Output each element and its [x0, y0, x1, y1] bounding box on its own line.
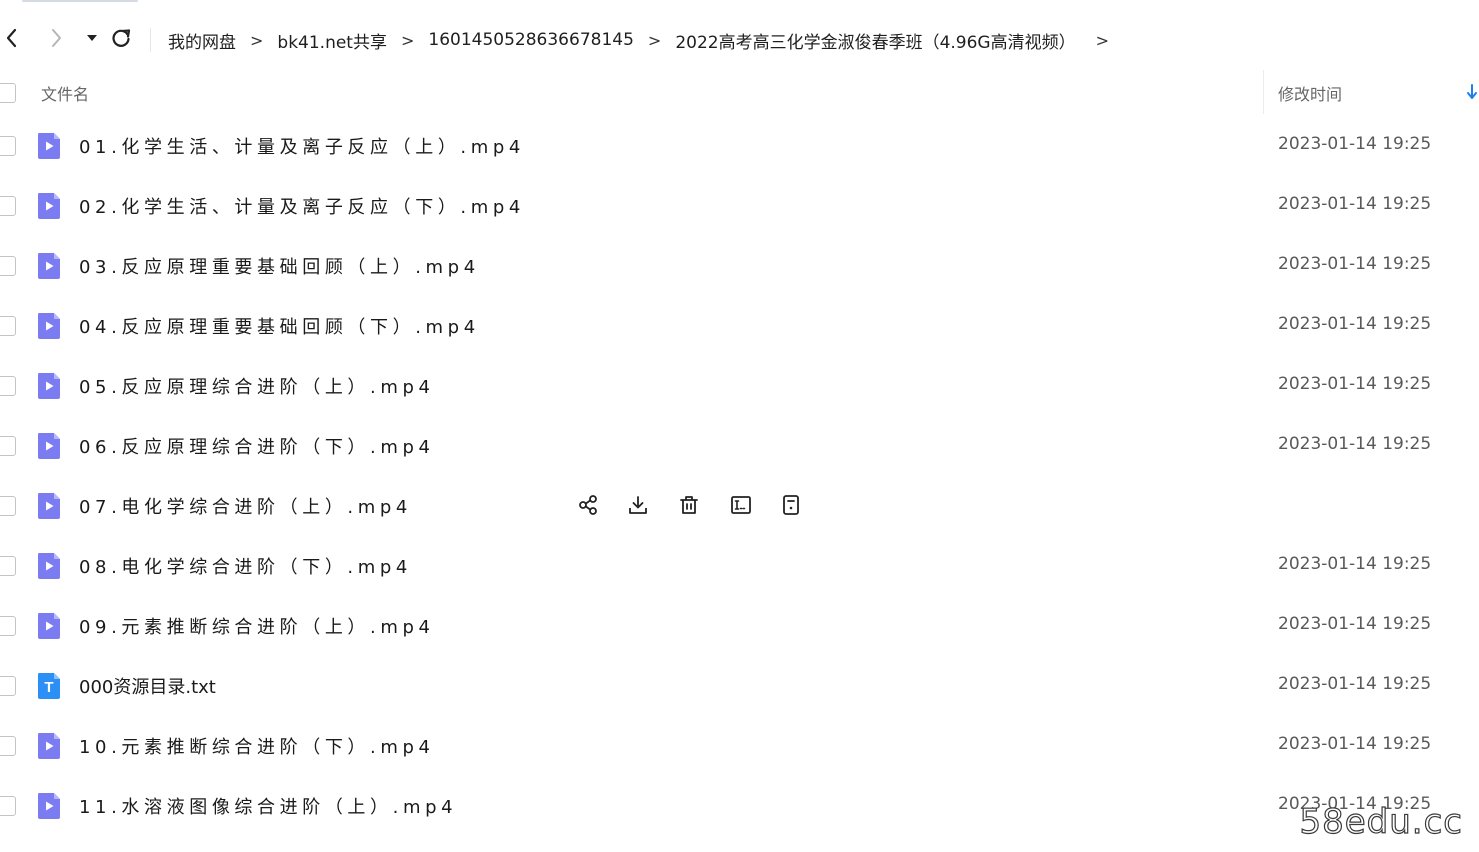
video-file-icon: [36, 312, 62, 340]
rename-button[interactable]: [728, 492, 754, 518]
breadcrumb-separator: >: [647, 30, 662, 50]
download-icon: [629, 496, 647, 514]
file-modified-time: 2023-01-14 19:25: [1278, 254, 1432, 274]
file-modified-time: 2023-01-14 19:25: [1278, 194, 1432, 214]
breadcrumb-separator: >: [250, 30, 264, 50]
row-checkbox[interactable]: [0, 676, 16, 696]
file-row[interactable]: 05.反应原理综合进阶（上）.mp4 2023-01-14 19:25: [0, 356, 1479, 416]
more-actions-button[interactable]: [778, 492, 804, 518]
row-checkbox[interactable]: [0, 496, 16, 516]
file-modified-time: 2023-01-14 19:25: [1278, 734, 1432, 754]
window-top-accent: [22, 0, 138, 2]
share-icon: [579, 495, 597, 515]
video-file-icon: [36, 372, 62, 400]
video-file-icon: [36, 432, 62, 460]
row-checkbox[interactable]: [0, 616, 16, 636]
file-name[interactable]: 000资源目录.txt: [79, 673, 216, 699]
caret-down-icon: [87, 35, 97, 41]
video-file-icon: [36, 612, 62, 640]
video-file-icon: [36, 132, 62, 160]
row-checkbox[interactable]: [0, 316, 16, 336]
forward-button[interactable]: [44, 26, 68, 50]
breadcrumb-item-root[interactable]: 我的网盘: [168, 28, 236, 53]
breadcrumb-item-share[interactable]: bk41.net共享: [277, 28, 387, 53]
row-checkbox[interactable]: [0, 196, 16, 216]
file-row[interactable]: 06.反应原理综合进阶（下）.mp4 2023-01-14 19:25: [0, 416, 1479, 476]
history-dropdown-button[interactable]: [80, 26, 104, 50]
more-icon: [783, 495, 799, 515]
nav-divider: [150, 28, 151, 52]
row-checkbox[interactable]: [0, 136, 16, 156]
svg-text:T: T: [44, 679, 53, 696]
breadcrumb: 我的网盘 > bk41.net共享 > 1601450528636678145 …: [168, 18, 1123, 62]
column-header-name[interactable]: 文件名: [41, 81, 89, 105]
file-name[interactable]: 06.反应原理综合进阶（下）.mp4: [79, 433, 435, 459]
breadcrumb-expand-button[interactable]: >: [1096, 31, 1109, 50]
back-button[interactable]: [0, 26, 24, 50]
row-checkbox[interactable]: [0, 256, 16, 276]
file-row[interactable]: 09.元素推断综合进阶（上）.mp4 2023-01-14 19:25: [0, 596, 1479, 656]
file-modified-time: 2023-01-14 19:25: [1278, 434, 1432, 454]
text-file-icon: T: [36, 672, 62, 700]
column-header-modified-time[interactable]: 修改时间: [1278, 81, 1342, 105]
row-checkbox[interactable]: [0, 376, 16, 396]
breadcrumb-item-folder-id[interactable]: 1601450528636678145: [428, 30, 634, 50]
breadcrumb-separator: >: [400, 30, 415, 50]
file-row[interactable]: 11.水溶液图像综合进阶（上）.mp4 2023-01-14 19:25: [0, 776, 1479, 836]
column-divider[interactable]: [1263, 70, 1264, 114]
file-row[interactable]: T 000资源目录.txt 2023-01-14 19:25: [0, 656, 1479, 716]
delete-icon: [680, 496, 698, 514]
file-name[interactable]: 11.水溶液图像综合进阶（上）.mp4: [79, 793, 457, 819]
download-button[interactable]: [625, 492, 651, 518]
arrow-down-icon[interactable]: [1466, 83, 1478, 101]
video-file-icon: [36, 492, 62, 520]
chevron-left-icon: [6, 28, 17, 48]
file-name[interactable]: 10.元素推断综合进阶（下）.mp4: [79, 733, 435, 759]
file-row[interactable]: 07.电化学综合进阶（上）.mp4: [0, 476, 1479, 536]
rename-icon: [731, 496, 751, 514]
refresh-button[interactable]: [109, 26, 133, 50]
video-file-icon: [36, 732, 62, 760]
file-name[interactable]: 04.反应原理重要基础回顾（下）.mp4: [79, 313, 480, 339]
file-name[interactable]: 03.反应原理重要基础回顾（上）.mp4: [79, 253, 480, 279]
breadcrumb-item-current-folder[interactable]: 2022高考高三化学金淑俊春季班（4.96G高清视频）: [675, 28, 1075, 53]
file-row[interactable]: 04.反应原理重要基础回顾（下）.mp4 2023-01-14 19:25: [0, 296, 1479, 356]
file-name[interactable]: 09.元素推断综合进阶（上）.mp4: [79, 613, 435, 639]
file-row[interactable]: 08.电化学综合进阶（下）.mp4 2023-01-14 19:25: [0, 536, 1479, 596]
video-file-icon: [36, 192, 62, 220]
navigation-bar: 我的网盘 > bk41.net共享 > 1601450528636678145 …: [0, 18, 1479, 62]
watermark: 58edu.cc: [1299, 801, 1463, 842]
file-modified-time: 2023-01-14 19:25: [1278, 554, 1432, 574]
file-modified-time: 2023-01-14 19:25: [1278, 674, 1432, 694]
file-modified-time: 2023-01-14 19:25: [1278, 374, 1432, 394]
file-name[interactable]: 08.电化学综合进阶（下）.mp4: [79, 553, 412, 579]
select-all-checkbox[interactable]: [0, 83, 16, 103]
file-list-header: 文件名 修改时间: [0, 66, 1479, 118]
delete-button[interactable]: [676, 492, 702, 518]
share-button[interactable]: [575, 492, 601, 518]
file-modified-time: 2023-01-14 19:25: [1278, 314, 1432, 334]
video-file-icon: [36, 792, 62, 820]
file-row[interactable]: 03.反应原理重要基础回顾（上）.mp4 2023-01-14 19:25: [0, 236, 1479, 296]
file-name[interactable]: 07.电化学综合进阶（上）.mp4: [79, 493, 412, 519]
row-checkbox[interactable]: [0, 436, 16, 456]
file-name[interactable]: 02.化学生活、计量及离子反应（下）.mp4: [79, 193, 525, 219]
file-modified-time: 2023-01-14 19:25: [1278, 134, 1432, 154]
file-row[interactable]: 02.化学生活、计量及离子反应（下）.mp4 2023-01-14 19:25: [0, 176, 1479, 236]
row-checkbox[interactable]: [0, 556, 16, 576]
row-checkbox[interactable]: [0, 796, 16, 816]
file-row[interactable]: 01.化学生活、计量及离子反应（上）.mp4 2023-01-14 19:25: [0, 116, 1479, 176]
file-modified-time: 2023-01-14 19:25: [1278, 614, 1432, 634]
refresh-icon: [112, 29, 131, 47]
file-row[interactable]: 10.元素推断综合进阶（下）.mp4 2023-01-14 19:25: [0, 716, 1479, 776]
file-name[interactable]: 01.化学生活、计量及离子反应（上）.mp4: [79, 133, 525, 159]
video-file-icon: [36, 252, 62, 280]
file-name[interactable]: 05.反应原理综合进阶（上）.mp4: [79, 373, 435, 399]
row-checkbox[interactable]: [0, 736, 16, 756]
video-file-icon: [36, 552, 62, 580]
chevron-right-icon: [52, 29, 61, 47]
